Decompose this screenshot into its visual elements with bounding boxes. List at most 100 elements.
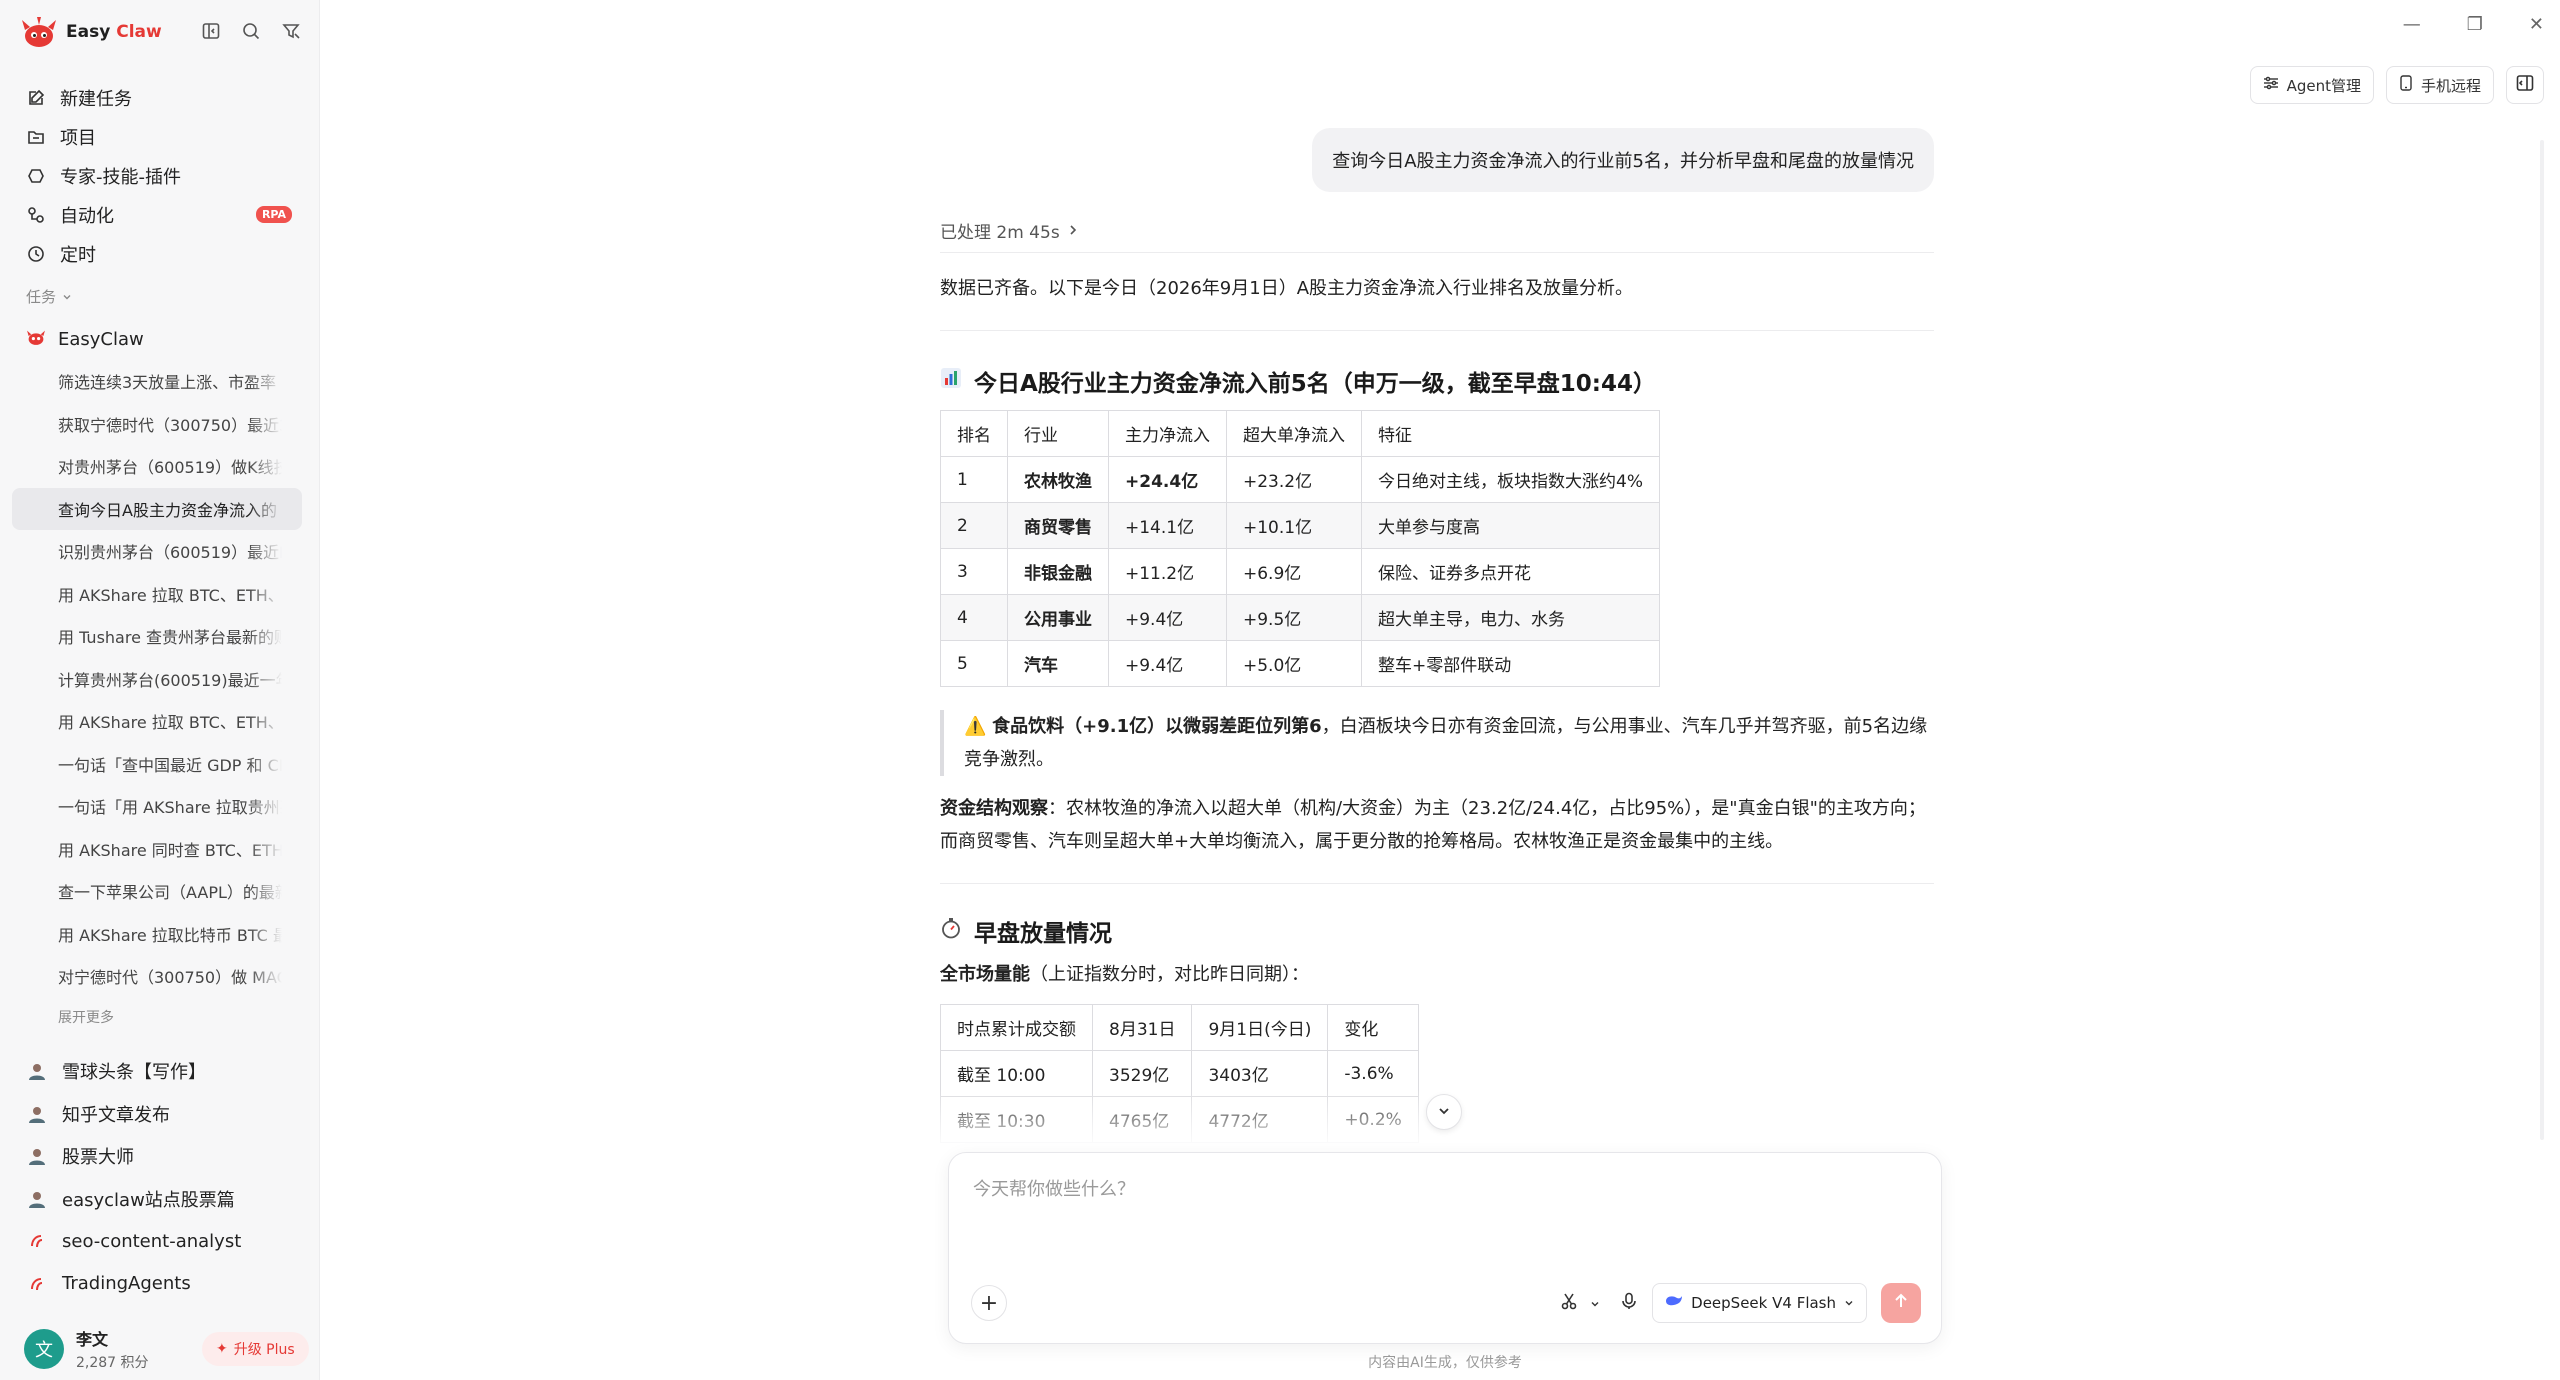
- restore-icon[interactable]: ❐: [2467, 14, 2483, 35]
- task-item[interactable]: 计算贵州茅台(600519)最近一年: [12, 658, 302, 701]
- task-item[interactable]: 对贵州茅台（600519）做K线技: [12, 445, 302, 488]
- task-item[interactable]: 查询今日A股主力资金净流入的: [12, 487, 302, 530]
- new-task-icon: [26, 88, 46, 108]
- agent-item[interactable]: seo-content-analyst: [12, 1220, 308, 1263]
- model-selector[interactable]: DeepSeek V4 Flash: [1652, 1283, 1867, 1323]
- message-input[interactable]: 今天帮你做些什么？: [973, 1175, 1135, 1201]
- nav-schedule[interactable]: 定时: [12, 234, 308, 273]
- mobile-remote-button[interactable]: 手机远程: [2385, 66, 2494, 104]
- sidebar: Easy Claw 新建任务 项目 专家-技能-插件 自动化 RPA 定时 任务…: [0, 0, 320, 1380]
- agent-item[interactable]: 雪球头条【写作】: [12, 1050, 308, 1093]
- chevron-down-icon: [1844, 1294, 1854, 1312]
- nav-plugins[interactable]: 专家-技能-插件: [12, 156, 308, 195]
- agent-name: 知乎文章发布: [62, 1104, 170, 1126]
- task-item[interactable]: 识别贵州茅台（600519）最近K: [12, 530, 302, 573]
- claw-icon: [26, 1273, 48, 1295]
- filter-icon[interactable]: [280, 20, 302, 42]
- panel-toggle-button[interactable]: [2506, 66, 2544, 104]
- agent-item[interactable]: 知乎文章发布: [12, 1093, 308, 1136]
- agent-item[interactable]: easyclaw站点股票篇: [12, 1178, 308, 1221]
- task-title: 一句话「用 AKShare 拉取贵州茅: [58, 798, 282, 818]
- plus-icon: +: [979, 1290, 999, 1316]
- processed-toggle[interactable]: 已处理 2m 45s: [940, 218, 1078, 243]
- tools-menu-button[interactable]: [1560, 1283, 1600, 1323]
- table-cell: +11.2亿: [1108, 548, 1227, 595]
- nav-label: 新建任务: [60, 88, 132, 110]
- table-header-cell: 8月31日: [1091, 1004, 1193, 1051]
- sidebar-toggle-icon[interactable]: [200, 20, 222, 42]
- task-item[interactable]: 获取宁德时代（300750）最近3: [12, 403, 302, 446]
- brand[interactable]: Easy Claw: [20, 16, 162, 48]
- divider: [940, 252, 1934, 253]
- table-cell: 3: [940, 548, 1008, 595]
- group-name: EasyClaw: [58, 329, 144, 350]
- task-title: 计算贵州茅台(600519)最近一年: [58, 670, 282, 690]
- close-icon[interactable]: ✕: [2529, 14, 2544, 35]
- table-header-cell: 特征: [1361, 410, 1660, 457]
- user-message: 查询今日A股主力资金净流入的行业前5名，并分析早盘和尾盘的放量情况: [1312, 128, 1934, 192]
- divider: [940, 330, 1934, 331]
- warning-callout: ⚠️ 食品饮料（+9.1亿）以微弱差距位列第6，白酒板块今日亦有资金回流，与公用…: [940, 710, 1934, 776]
- minimize-icon[interactable]: —: [2403, 14, 2421, 35]
- task-item[interactable]: 一句话「查中国最近 GDP 和 CI: [12, 743, 302, 786]
- task-item[interactable]: 用 AKShare 同时查 BTC、ETH、: [12, 828, 302, 871]
- task-item[interactable]: 用 AKShare 拉取 BTC、ETH、B: [12, 573, 302, 616]
- nav-new-task[interactable]: 新建任务: [12, 78, 308, 117]
- heading-text: 今日A股行业主力资金净流入前5名（申万一级，截至早盘10:44）: [974, 371, 1657, 397]
- task-item[interactable]: 查一下苹果公司（AAPL）的最新: [12, 870, 302, 913]
- show-more-tasks[interactable]: 展开更多: [12, 998, 302, 1036]
- table-cell: 农林牧渔: [1007, 456, 1109, 503]
- agent-name: easyclaw站点股票篇: [62, 1189, 235, 1211]
- table-cell: 超大单主导，电力、水务: [1361, 594, 1660, 641]
- brand-name: Easy Claw: [66, 22, 162, 42]
- automation-icon: [26, 205, 46, 225]
- nav-label: 项目: [60, 127, 96, 149]
- upgrade-plus-button[interactable]: ✦ 升级 Plus: [202, 1332, 309, 1366]
- task-item[interactable]: 一句话「用 AKShare 拉取贵州茅: [12, 785, 302, 828]
- table-header-cell: 9月1日(今日): [1191, 1004, 1329, 1051]
- easyclaw-logo-icon: [20, 16, 58, 48]
- task-title: 获取宁德时代（300750）最近3: [58, 415, 282, 435]
- structure-text: ：农林牧渔的净流入以超大单（机构/大资金）为主（23.2亿/24.4亿，占比95…: [940, 798, 1926, 852]
- task-item[interactable]: 用 Tushare 查贵州茅台最新的财: [12, 615, 302, 658]
- composer: 今天帮你做些什么？ + DeepSeek V4 Flash: [948, 1152, 1942, 1344]
- chevron-right-icon: [1068, 221, 1078, 241]
- warning-icon: ⚠️: [964, 716, 987, 737]
- search-icon[interactable]: [240, 20, 262, 42]
- table-header-cell: 主力净流入: [1108, 410, 1227, 457]
- table-cell: 今日绝对主线，板块指数大涨约4%: [1361, 456, 1660, 503]
- table-header-cell: 行业: [1007, 410, 1109, 457]
- agent-name: TradingAgents: [62, 1273, 191, 1295]
- sparkle-icon: ✦: [216, 1341, 228, 1357]
- person-avatar-icon: [26, 1188, 48, 1210]
- task-item[interactable]: 用 AKShare 拉取 BTC、ETH、B: [12, 700, 302, 743]
- structure-bold: 资金结构观察: [940, 798, 1048, 819]
- table-cell: +6.9亿: [1226, 548, 1362, 595]
- task-title: 查询今日A股主力资金净流入的: [58, 500, 277, 520]
- add-attachment-button[interactable]: +: [971, 1285, 1007, 1321]
- intro-text: 数据已齐备。以下是今日（2026年9月1日）A股主力资金净流入行业排名及放量分析…: [940, 278, 1634, 299]
- agent-item[interactable]: 股票大师: [12, 1135, 308, 1178]
- scroll-to-bottom-button[interactable]: [1426, 1094, 1462, 1130]
- send-button[interactable]: [1881, 1283, 1921, 1323]
- task-item[interactable]: 用 AKShare 拉取比特币 BTC 最近: [12, 913, 302, 956]
- table-cell: +14.1亿: [1108, 502, 1227, 549]
- voice-input-button[interactable]: [1620, 1283, 1638, 1323]
- user-profile[interactable]: 文 李文 2,287 积分: [24, 1326, 149, 1372]
- task-title: 查一下苹果公司（AAPL）的最新: [58, 883, 282, 903]
- nav-automation[interactable]: 自动化 RPA: [12, 195, 308, 234]
- task-item[interactable]: 对宁德时代（300750）做 MAC: [12, 955, 302, 998]
- window-controls: — ❐ ✕: [2403, 14, 2544, 35]
- user-points: 2,287 积分: [76, 1355, 149, 1371]
- stopwatch-icon: [940, 917, 962, 945]
- task-item[interactable]: 筛选连续3天放量上涨、市盈率: [12, 360, 302, 403]
- nav-projects[interactable]: 项目: [12, 117, 308, 156]
- task-group-easyclaw[interactable]: EasyClaw: [26, 328, 144, 351]
- tasks-section-toggle[interactable]: 任务: [26, 286, 72, 307]
- agent-management-button[interactable]: Agent管理: [2249, 66, 2374, 104]
- agent-item[interactable]: TradingAgents: [12, 1263, 308, 1306]
- task-title: 用 AKShare 拉取 BTC、ETH、B: [58, 585, 282, 605]
- structure-paragraph: 资金结构观察：农林牧渔的净流入以超大单（机构/大资金）为主（23.2亿/24.4…: [940, 792, 1934, 858]
- scrollbar[interactable]: [2540, 140, 2544, 1140]
- plugin-icon: [26, 166, 46, 186]
